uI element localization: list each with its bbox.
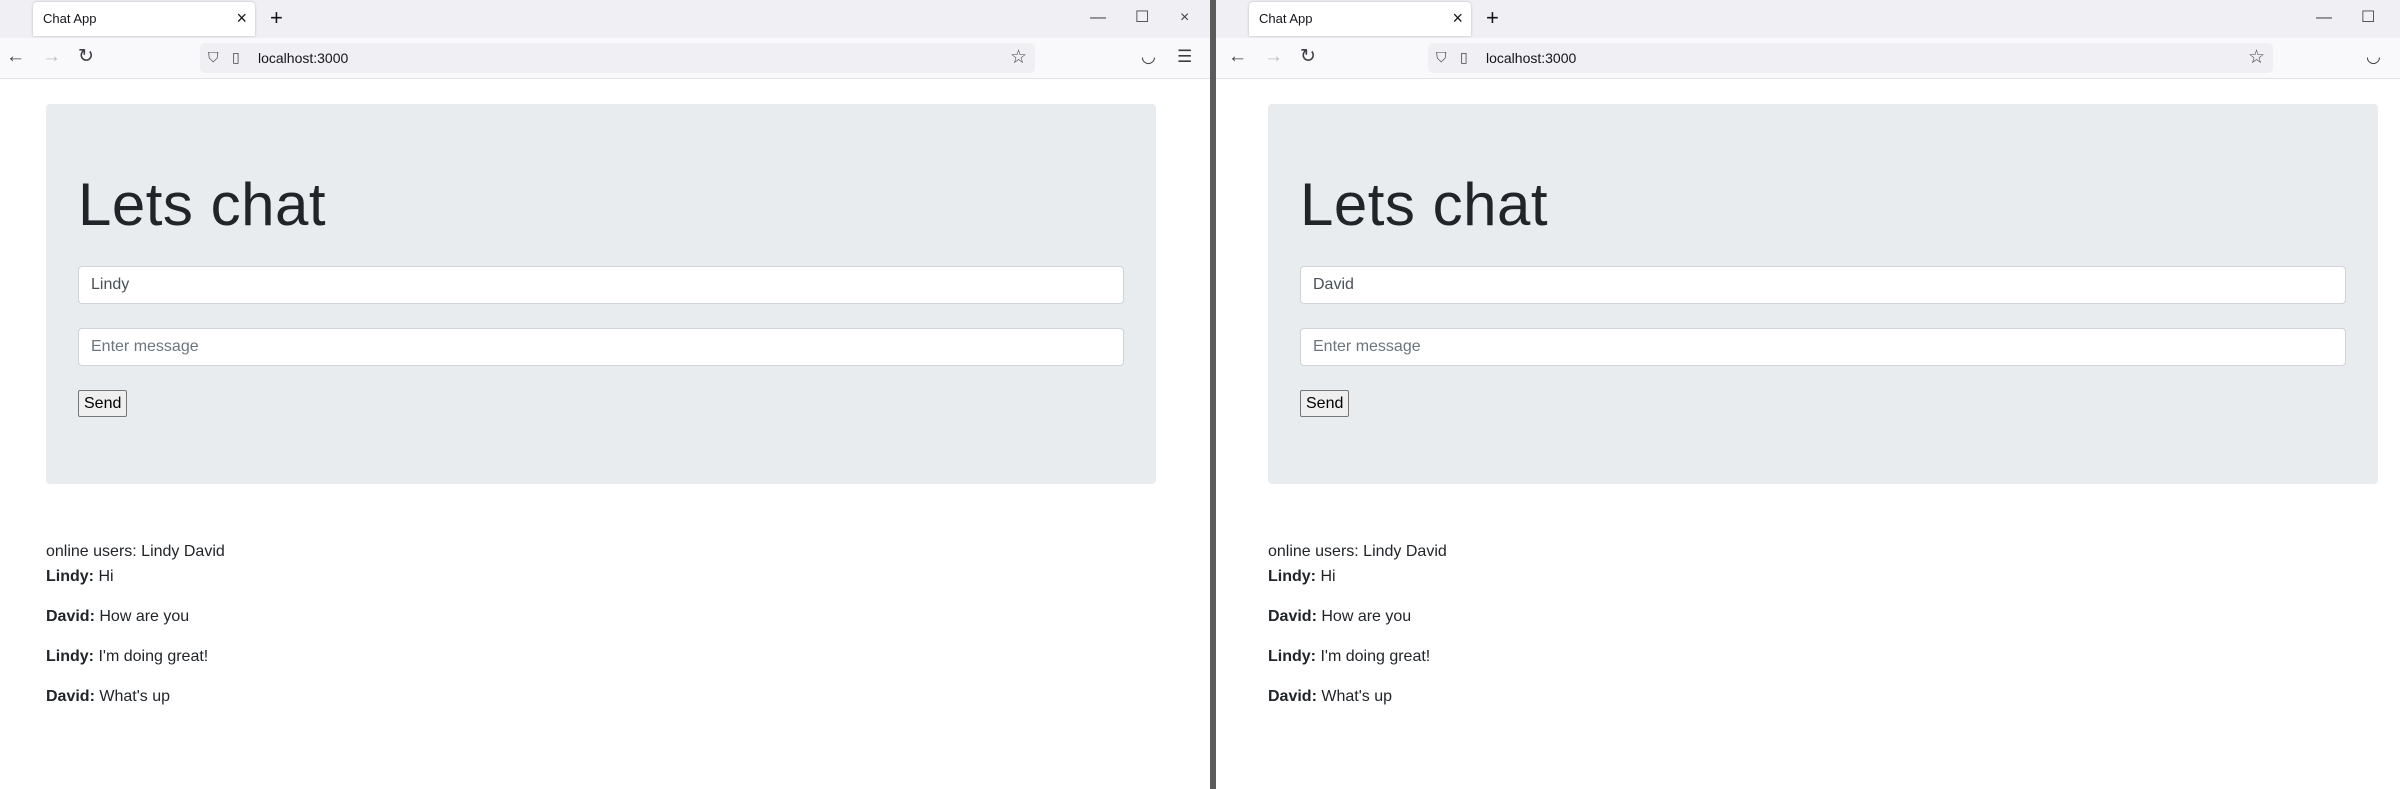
list-item: Lindy: I'm doing great! <box>46 647 208 687</box>
url-text[interactable]: localhost:3000 <box>1486 50 1576 66</box>
maximize-icon[interactable]: ☐ <box>1135 6 1149 30</box>
chat-panel: Lets chat Send <box>46 104 1156 484</box>
page-content: Lets chat Send online users: Lindy David… <box>0 79 1210 789</box>
maximize-icon[interactable]: ☐ <box>2361 6 2375 30</box>
message-text: How are you <box>1321 608 1412 625</box>
message-text: Hi <box>98 568 114 585</box>
page-title: Lets chat <box>78 171 326 238</box>
page-icon: ▯ <box>232 49 240 65</box>
message-text: I'm doing great! <box>98 648 209 665</box>
browser-window-left: Chat App × + — ☐ × ← → ↻ ⛉ ▯ localhost:3… <box>0 0 1210 789</box>
shield-icon[interactable]: ⛉ <box>1436 49 1447 66</box>
name-input[interactable] <box>78 266 1124 304</box>
send-button[interactable]: Send <box>78 390 128 417</box>
message-text: Hi <box>1320 568 1336 585</box>
close-tab-icon[interactable]: × <box>1452 7 1463 29</box>
bookmark-star-icon[interactable]: ☆ <box>1010 46 1027 69</box>
message-text: I'm doing great! <box>1320 648 1431 665</box>
back-icon[interactable]: ← <box>1228 45 1247 69</box>
message-input[interactable] <box>1300 328 2346 366</box>
reload-icon[interactable]: ↻ <box>78 45 94 69</box>
forward-icon[interactable]: → <box>42 45 61 69</box>
nav-bar: ← → ↻ ⛉ ▯ localhost:3000 ☆ ◡ ☰ <box>0 38 1210 79</box>
menu-icon[interactable]: ☰ <box>1177 45 1192 69</box>
message-author: Lindy: <box>1268 648 1316 665</box>
message-text: What's up <box>1321 688 1392 705</box>
minimize-icon[interactable]: — <box>1090 6 1106 30</box>
message-text: How are you <box>99 608 190 625</box>
tab-strip: Chat App × + — ☐ × <box>0 0 1210 38</box>
list-item: David: How are you <box>1268 607 1430 647</box>
url-bar[interactable]: ⛉ ▯ localhost:3000 ☆ <box>1428 43 2273 73</box>
list-item: Lindy: Hi <box>46 567 208 607</box>
message-author: David: <box>1268 688 1317 705</box>
shield-icon[interactable]: ⛉ <box>208 49 219 66</box>
name-input[interactable] <box>1300 266 2346 304</box>
message-author: Lindy: <box>1268 568 1316 585</box>
new-tab-icon[interactable]: + <box>270 4 283 32</box>
pocket-icon[interactable]: ◡ <box>2366 45 2381 69</box>
page-title: Lets chat <box>1300 171 1548 238</box>
forward-icon[interactable]: → <box>1264 45 1283 69</box>
message-author: David: <box>1268 608 1317 625</box>
message-author: Lindy: <box>46 648 94 665</box>
list-item: David: What's up <box>46 687 208 727</box>
back-icon[interactable]: ← <box>6 45 25 69</box>
chat-panel: Lets chat Send <box>1268 104 2378 484</box>
message-text: What's up <box>99 688 170 705</box>
online-users: online users: Lindy David <box>46 543 225 560</box>
tab-strip: Chat App × + — ☐ <box>1216 0 2400 38</box>
close-tab-icon[interactable]: × <box>236 7 247 29</box>
browser-window-right: Chat App × + — ☐ ← → ↻ ⛉ ▯ localhost:300… <box>1216 0 2400 789</box>
minimize-icon[interactable]: — <box>2316 6 2332 30</box>
new-tab-icon[interactable]: + <box>1486 4 1499 32</box>
message-author: David: <box>46 688 95 705</box>
message-author: David: <box>46 608 95 625</box>
list-item: David: How are you <box>46 607 208 647</box>
tab-title: Chat App <box>43 11 97 26</box>
online-users: online users: Lindy David <box>1268 543 1447 560</box>
url-bar[interactable]: ⛉ ▯ localhost:3000 ☆ <box>200 43 1035 73</box>
url-text[interactable]: localhost:3000 <box>258 50 348 66</box>
tab-title: Chat App <box>1259 11 1313 26</box>
pocket-icon[interactable]: ◡ <box>1141 45 1156 69</box>
bookmark-star-icon[interactable]: ☆ <box>2248 46 2265 69</box>
page-icon: ▯ <box>1460 49 1468 65</box>
tab-chat-app[interactable]: Chat App × <box>33 2 255 36</box>
list-item: Lindy: Hi <box>1268 567 1430 607</box>
reload-icon[interactable]: ↻ <box>1300 45 1316 69</box>
list-item: Lindy: I'm doing great! <box>1268 647 1430 687</box>
message-author: Lindy: <box>46 568 94 585</box>
message-list: Lindy: Hi David: How are you Lindy: I'm … <box>46 567 208 727</box>
list-item: David: What's up <box>1268 687 1430 727</box>
page-content: Lets chat Send online users: Lindy David… <box>1216 79 2400 789</box>
send-button[interactable]: Send <box>1300 390 1350 417</box>
message-list: Lindy: Hi David: How are you Lindy: I'm … <box>1268 567 1430 727</box>
tab-chat-app[interactable]: Chat App × <box>1249 2 1471 36</box>
nav-bar: ← → ↻ ⛉ ▯ localhost:3000 ☆ ◡ <box>1216 38 2400 79</box>
close-window-icon[interactable]: × <box>1180 6 1189 30</box>
message-input[interactable] <box>78 328 1124 366</box>
